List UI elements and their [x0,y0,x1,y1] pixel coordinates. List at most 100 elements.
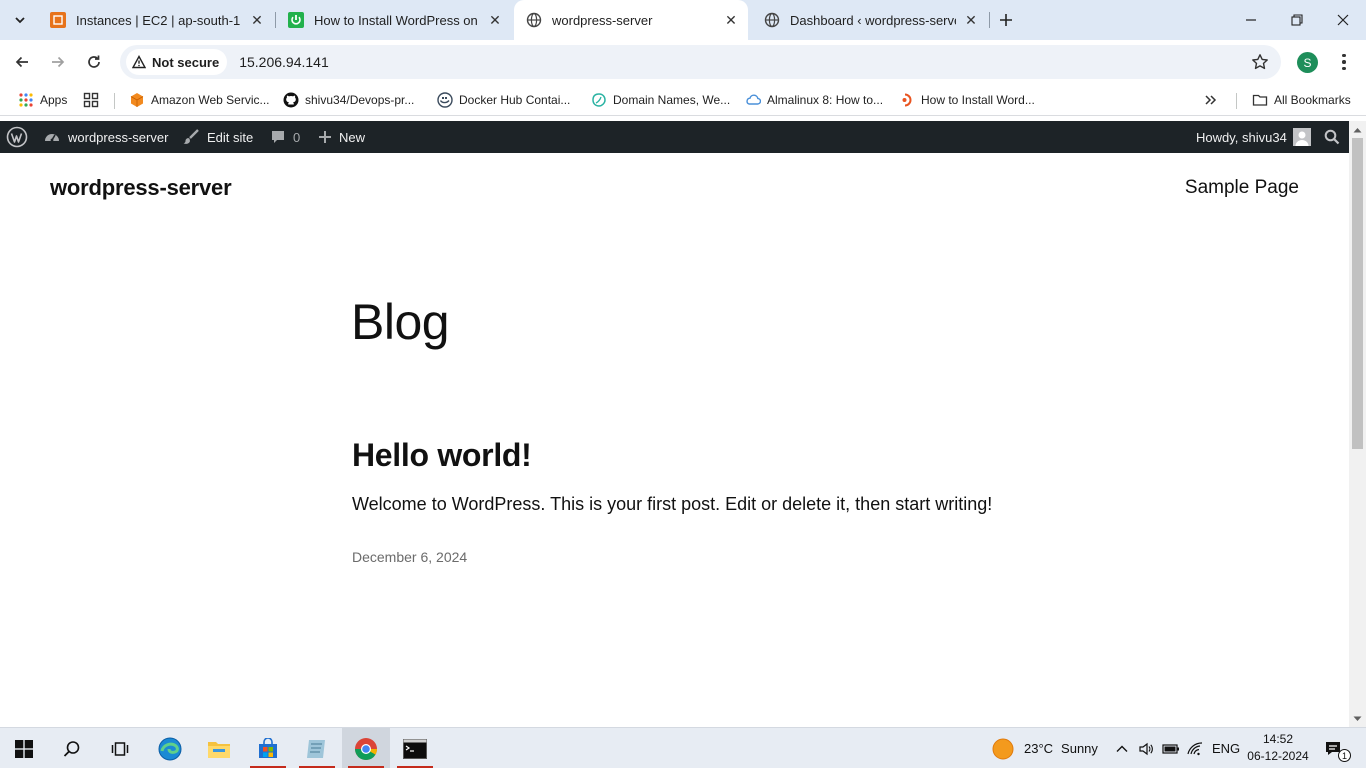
tab-title: Instances | EC2 | ap-south-1 [76,12,241,28]
task-view-button[interactable] [96,728,144,768]
aws-ec2-icon [50,12,66,28]
admin-bar-my-account[interactable]: Howdy, shivu34 [1196,121,1311,153]
bookmark-label: Domain Names, We... [613,93,731,107]
network-button[interactable] [1187,728,1203,768]
tab-title: wordpress-server [552,12,653,28]
bookmark-github-devops[interactable]: shivu34/Devops-pr... [283,84,414,116]
tab-divider [989,12,990,28]
taskbar-terminal[interactable] [391,728,439,768]
microsoft-store-icon [259,737,277,758]
tab-groups-button[interactable] [83,84,105,116]
browser-tabstrip: Instances | EC2 | ap-south-1 ✕ How to In… [0,0,1366,40]
security-indicator[interactable]: Not secure [126,49,228,75]
taskbar-microsoft-store[interactable] [244,728,292,768]
weather-widget[interactable]: 23°C Sunny [992,728,1098,768]
taskbar-file-explorer[interactable] [195,728,243,768]
minimize-button[interactable] [1228,0,1274,40]
browser-menu-button[interactable] [1334,50,1354,74]
more-bookmarks-button[interactable] [1203,84,1217,116]
admin-bar-new[interactable]: New [318,121,365,153]
taskbar-notepad-app[interactable] [293,728,341,768]
site-title-link[interactable]: wordpress-server [50,175,232,201]
bookmark-amazon-web-services[interactable]: Amazon Web Servic... [129,84,270,116]
wordpress-logo-button[interactable] [6,121,28,153]
admin-bar-comments[interactable]: 0 [270,121,300,153]
battery-charging-icon [1162,743,1179,754]
reload-button[interactable] [80,48,108,76]
file-explorer-folder-icon [208,741,230,758]
terminal-icon [403,738,427,759]
search-icon [63,740,80,757]
tab-wordpress-server[interactable]: wordpress-server ✕ [514,0,748,40]
warning-triangle-icon [132,55,146,69]
sun-icon [992,738,1014,759]
github-icon [283,92,299,108]
close-window-button[interactable] [1320,0,1366,40]
dashboard-gauge-icon [43,128,61,146]
admin-bar-search[interactable] [1324,121,1340,153]
bookmark-star-icon[interactable] [1251,53,1269,71]
show-hidden-icons-button[interactable] [1115,728,1129,768]
bookmarks-divider [1236,93,1237,109]
tab-how-to-install-wordpress[interactable]: How to Install WordPress on Lin ✕ [276,0,512,40]
bookmark-apps[interactable]: Apps [18,84,67,116]
chevron-up-icon [1116,745,1128,752]
post-date[interactable]: December 6, 2024 [352,549,467,565]
all-bookmarks-button[interactable]: All Bookmarks [1252,84,1351,116]
url-text[interactable]: 15.206.94.141 [239,54,329,70]
page-title: Blog [351,294,450,350]
bookmark-docker-hub[interactable]: Docker Hub Contai... [437,84,570,116]
bookmark-label: How to Install Word... [921,93,1035,107]
howdy-label: Howdy, shivu34 [1196,129,1287,145]
bookmark-label: Apps [40,93,68,107]
forward-button[interactable] [44,48,72,76]
notepad-icon [307,739,325,758]
scroll-down-arrow-icon[interactable] [1352,713,1363,724]
scrollbar-thumb[interactable] [1352,138,1363,449]
page-scrollbar[interactable] [1349,121,1366,727]
scroll-up-arrow-icon[interactable] [1352,124,1363,135]
bookmarks-bar: Apps Amazon Web Servic... shivu34/Devops… [0,84,1366,116]
taskbar-clock[interactable]: 14:52 06-12-2024 [1244,731,1312,765]
docker-icon [437,92,453,108]
aws-cube-icon [129,92,145,108]
close-icon[interactable]: ✕ [722,11,740,29]
plus-icon [1000,14,1012,26]
close-icon[interactable]: ✕ [248,11,266,29]
close-icon [1337,14,1349,26]
post-title-link[interactable]: Hello world! [352,437,532,474]
wifi-icon [1187,741,1203,755]
taskbar-chrome[interactable] [342,728,390,768]
tab-search-button[interactable] [6,6,34,34]
bookmark-almalinux[interactable]: Almalinux 8: How to... [745,84,883,116]
minimize-icon [1246,19,1256,21]
start-button[interactable] [0,728,48,768]
apps-grid-icon [18,92,34,108]
clock-time: 14:52 [1262,732,1294,746]
bookmark-how-to-install-wordpress[interactable]: How to Install Word... [899,84,1035,116]
close-icon[interactable]: ✕ [962,11,980,29]
admin-bar-edit-site[interactable]: Edit site [182,121,253,153]
close-icon[interactable]: ✕ [486,11,504,29]
battery-button[interactable] [1162,728,1180,768]
back-button[interactable] [8,48,36,76]
arrow-left-icon [15,56,28,68]
tab-ec2-instances[interactable]: Instances | EC2 | ap-south-1 ✕ [38,0,274,40]
volume-button[interactable] [1138,728,1154,768]
input-language-button[interactable]: ENG [1212,728,1240,768]
new-tab-button[interactable] [994,8,1018,32]
taskbar-search-button[interactable] [48,728,96,768]
bookmark-domain-names[interactable]: Domain Names, We... [591,84,730,116]
new-label: New [339,129,366,145]
edit-site-label: Edit site [207,129,254,145]
address-bar[interactable]: Not secure 15.206.94.141 [120,45,1281,79]
admin-bar-site-name[interactable]: wordpress-server [43,121,168,153]
reload-icon [88,55,100,68]
clock-date: 06-12-2024 [1247,749,1309,763]
taskbar-edge[interactable] [146,728,194,768]
notifications-button[interactable]: 1 [1324,728,1351,768]
tab-dashboard[interactable]: Dashboard ‹ wordpress-server — ✕ [752,0,988,40]
nav-sample-page[interactable]: Sample Page [1185,177,1299,199]
restore-button[interactable] [1274,0,1320,40]
profile-avatar[interactable]: S [1297,52,1318,73]
